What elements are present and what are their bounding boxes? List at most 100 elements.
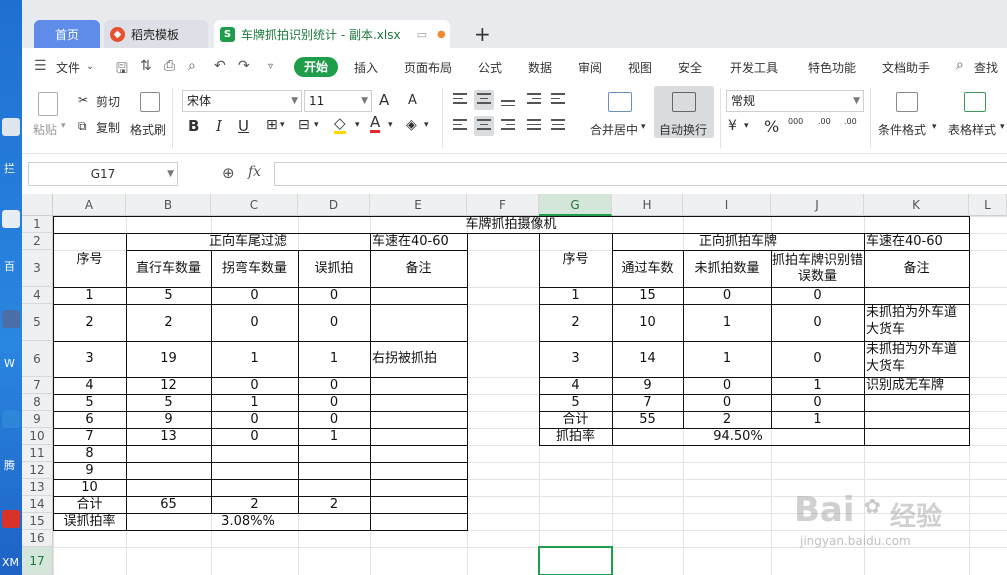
chevron-down-icon[interactable]: ▾ <box>641 122 646 132</box>
left-table-cell[interactable]: 19 <box>126 341 211 377</box>
desktop-icon[interactable] <box>2 410 20 428</box>
right-table-cell[interactable]: 9 <box>612 377 683 394</box>
desktop-icon[interactable] <box>2 210 20 228</box>
left-table-cell[interactable] <box>370 394 467 411</box>
left-table-cell[interactable] <box>298 445 370 462</box>
chevron-down-icon[interactable]: ▾ <box>424 120 429 130</box>
right-table-cell[interactable]: 4 <box>539 377 612 394</box>
table-style-icon[interactable] <box>964 92 986 112</box>
row-header-11[interactable]: 11 <box>22 445 53 462</box>
column-header-B[interactable]: B <box>126 194 211 216</box>
export-icon[interactable]: ⇅ <box>140 58 152 74</box>
copy-icon[interactable]: ⧉ <box>78 119 87 134</box>
tab-home[interactable]: 首页 <box>34 20 100 48</box>
column-header-D[interactable]: D <box>298 194 370 216</box>
wrap-text-button[interactable]: 自动换行 <box>654 86 714 138</box>
customize-toolbar-icon[interactable]: ▿ <box>268 61 273 72</box>
chevron-down-icon[interactable]: ▾ <box>314 120 319 130</box>
right-speed-header[interactable]: 车速在40-60 <box>864 233 969 250</box>
left-table-cell[interactable] <box>370 428 467 445</box>
left-table-cell[interactable] <box>370 462 467 479</box>
format-painter-button[interactable]: 格式刷 <box>130 121 166 138</box>
right-table-cell[interactable]: 1 <box>683 304 771 341</box>
left-table-cell[interactable]: 7 <box>53 428 126 445</box>
menu-page-layout[interactable]: 页面布局 <box>404 59 452 76</box>
right-table-cell[interactable]: 10 <box>612 304 683 341</box>
right-table-cell[interactable]: 0 <box>771 304 864 341</box>
left-total-cell[interactable] <box>370 496 467 513</box>
redo-icon[interactable]: ↷ <box>238 58 250 74</box>
paste-button[interactable]: 粘贴 <box>33 121 57 138</box>
right-table-cell[interactable]: 0 <box>683 394 771 411</box>
search-icon[interactable]: ⌕ <box>956 57 964 73</box>
right-table-cell[interactable]: 2 <box>539 304 612 341</box>
right-rate-value[interactable]: 94.50% <box>612 428 864 445</box>
align-center-icon[interactable] <box>474 116 494 136</box>
left-table-cell[interactable]: 0 <box>298 377 370 394</box>
left-table-cell[interactable]: 5 <box>126 394 211 411</box>
table-style-button[interactable]: 表格样式 <box>948 121 996 138</box>
row-header-12[interactable]: 12 <box>22 462 53 479</box>
row-header-4[interactable]: 4 <box>22 287 53 304</box>
row-header-14[interactable]: 14 <box>22 496 53 513</box>
right-total-cell[interactable]: 55 <box>612 411 683 428</box>
undo-icon[interactable]: ↶ <box>214 58 226 74</box>
right-rate-label[interactable]: 抓拍率 <box>539 428 612 445</box>
row-header-7[interactable]: 7 <box>22 377 53 394</box>
eraser-icon[interactable]: ◈ <box>406 117 417 133</box>
left-table-cell[interactable]: 9 <box>126 411 211 428</box>
right-header-cell[interactable]: 序号 <box>539 233 612 287</box>
right-table-cell[interactable]: 未抓拍为外车道大货车 <box>864 304 969 341</box>
border-icon[interactable]: ⊞ <box>266 117 278 133</box>
left-table-cell[interactable]: 10 <box>53 479 126 496</box>
left-table-cell[interactable] <box>370 377 467 394</box>
distributed-icon[interactable] <box>548 116 568 136</box>
menu-view[interactable]: 视图 <box>628 59 652 76</box>
fill-color-icon[interactable]: ◇ <box>334 116 346 134</box>
right-table-cell[interactable]: 1 <box>539 287 612 304</box>
left-table-cell[interactable]: 0 <box>298 287 370 304</box>
left-table-cell[interactable] <box>211 479 298 496</box>
menu-start[interactable]: 开始 <box>294 57 338 77</box>
left-table-cell[interactable]: 4 <box>53 377 126 394</box>
row-header-13[interactable]: 13 <box>22 479 53 496</box>
column-header-F[interactable]: F <box>467 194 539 216</box>
row-header-3[interactable]: 3 <box>22 250 53 287</box>
print-preview-icon[interactable]: ⌕ <box>188 58 196 74</box>
right-table-cell[interactable] <box>864 287 969 304</box>
menu-doc-assistant[interactable]: 文档助手 <box>882 59 930 76</box>
right-total-cell[interactable]: 2 <box>683 411 771 428</box>
hamburger-menu-icon[interactable]: ☰ <box>34 58 47 74</box>
right-header-cell[interactable]: 未抓拍数量 <box>683 250 771 287</box>
left-table-cell[interactable]: 12 <box>126 377 211 394</box>
tab-file[interactable]: S 车牌抓拍识别统计 - 副本.xlsx ▭ ● <box>214 20 450 48</box>
selected-cell[interactable] <box>538 546 613 575</box>
right-table-cell[interactable]: 0 <box>771 287 864 304</box>
currency-icon[interactable]: ¥ <box>728 118 737 134</box>
select-all-corner[interactable] <box>22 194 53 216</box>
right-header-cell[interactable]: 备注 <box>864 250 969 287</box>
left-speed-header[interactable]: 车速在40-60 <box>370 233 467 250</box>
menu-insert[interactable]: 插入 <box>354 59 378 76</box>
left-table-cell[interactable]: 2 <box>53 304 126 341</box>
row-header-2[interactable]: 2 <box>22 233 53 250</box>
chevron-down-icon[interactable]: ▾ <box>280 120 285 130</box>
left-table-cell[interactable]: 13 <box>126 428 211 445</box>
left-table-cell[interactable] <box>370 445 467 462</box>
indent-decrease-icon[interactable] <box>524 90 544 110</box>
column-header-I[interactable]: I <box>683 194 771 216</box>
left-table-cell[interactable] <box>298 462 370 479</box>
column-header-H[interactable]: H <box>612 194 683 216</box>
menu-file[interactable]: 文件 <box>56 59 80 76</box>
align-right-icon[interactable] <box>498 116 518 136</box>
right-group-header[interactable]: 正向抓拍车牌 <box>612 233 864 250</box>
increase-decimal-button[interactable]: .00 <box>818 117 831 126</box>
left-table-cell[interactable]: 8 <box>53 445 126 462</box>
column-header-K[interactable]: K <box>864 194 969 216</box>
align-left-icon[interactable] <box>450 116 470 136</box>
copy-button[interactable]: 复制 <box>96 119 120 136</box>
left-table-cell[interactable] <box>370 411 467 428</box>
row-header-15[interactable]: 15 <box>22 513 53 530</box>
percent-button[interactable]: % <box>764 117 779 136</box>
left-table-cell[interactable]: 3 <box>53 341 126 377</box>
